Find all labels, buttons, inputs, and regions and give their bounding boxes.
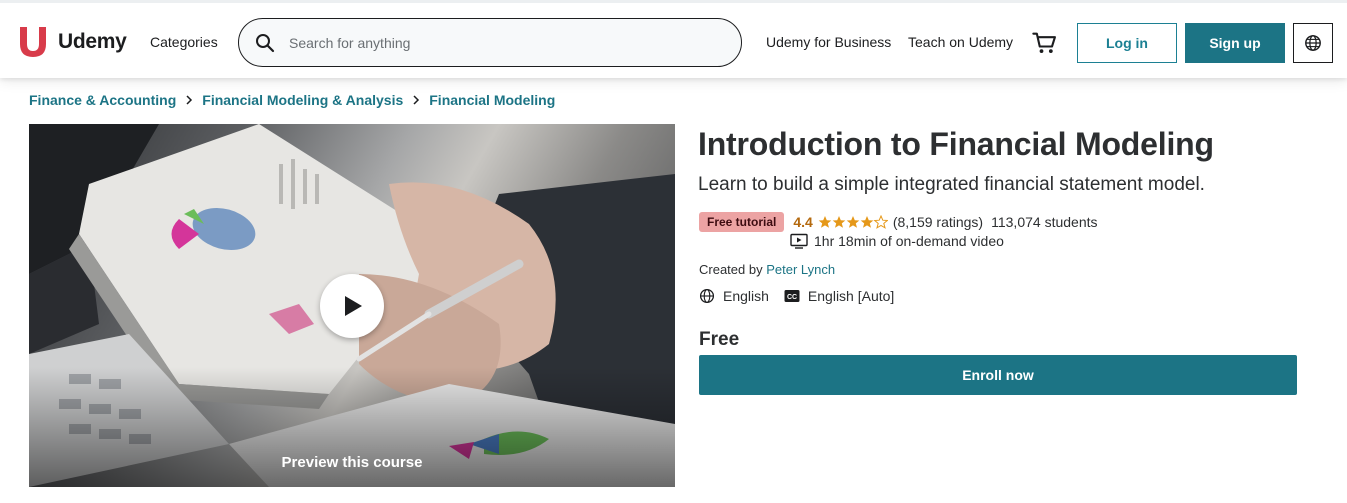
search-icon[interactable]	[241, 19, 289, 66]
globe-icon	[699, 288, 715, 304]
search-input[interactable]	[289, 34, 709, 51]
course-preview-video[interactable]: Preview this course	[29, 124, 675, 487]
cart-icon[interactable]	[1031, 29, 1059, 57]
svg-text:CC: CC	[787, 294, 797, 301]
course-title: Introduction to Financial Modeling	[698, 126, 1214, 162]
course-price: Free	[699, 329, 740, 350]
udemy-logo-icon	[20, 27, 46, 57]
created-by: Created by Peter Lynch	[699, 262, 835, 277]
language-button[interactable]	[1293, 23, 1333, 63]
logo-text: Udemy	[58, 30, 127, 53]
language-info: English CC English [Auto]	[699, 288, 909, 304]
breadcrumb-finance-accounting[interactable]: Finance & Accounting	[29, 92, 176, 108]
course-subtitle: Learn to build a simple integrated finan…	[698, 174, 1205, 195]
rating-stars	[818, 215, 888, 229]
login-button[interactable]: Log in	[1077, 23, 1177, 63]
video-icon	[790, 233, 808, 249]
play-button[interactable]	[320, 274, 384, 338]
enroll-now-button[interactable]: Enroll now	[699, 355, 1297, 395]
language: English	[699, 288, 769, 304]
teach-on-udemy-link[interactable]: Teach on Udemy	[908, 34, 1013, 50]
signup-button[interactable]: Sign up	[1185, 23, 1285, 63]
video-length-text: 1hr 18min of on-demand video	[814, 233, 1004, 249]
play-icon	[345, 296, 362, 316]
chevron-right-icon	[412, 95, 420, 105]
student-count: 113,074 students	[991, 214, 1098, 230]
star-rating-icon	[818, 215, 888, 229]
created-by-label: Created by	[699, 262, 763, 277]
rating-value: 4.4	[793, 214, 813, 230]
captions: CC English [Auto]	[784, 288, 894, 304]
free-tutorial-badge: Free tutorial	[699, 212, 785, 232]
udemy-for-business-link[interactable]: Udemy for Business	[766, 34, 891, 50]
rating-count[interactable]: (8,159 ratings)	[893, 214, 983, 230]
site-header: Udemy Categories Udemy for Business Teac…	[0, 0, 1347, 78]
search-bar[interactable]	[238, 18, 742, 67]
breadcrumb: Finance & Accounting Financial Modeling …	[29, 92, 555, 108]
language-text: English	[723, 288, 769, 304]
instructor-link[interactable]: Peter Lynch	[766, 262, 835, 277]
globe-icon	[1305, 35, 1321, 51]
breadcrumb-financial-modeling-analysis[interactable]: Financial Modeling & Analysis	[202, 92, 403, 108]
breadcrumb-financial-modeling[interactable]: Financial Modeling	[429, 92, 555, 108]
udemy-logo[interactable]: Udemy	[14, 23, 127, 61]
captions-text: English [Auto]	[807, 288, 895, 304]
categories-menu[interactable]: Categories	[150, 34, 218, 50]
preview-course-label[interactable]: Preview this course	[29, 454, 675, 471]
video-length: 1hr 18min of on-demand video	[790, 233, 1004, 249]
course-meta: Free tutorial 4.4 (8,159 ratings) 113,07…	[699, 212, 1098, 232]
chevron-right-icon	[185, 95, 193, 105]
closed-captions-icon: CC	[784, 290, 800, 302]
